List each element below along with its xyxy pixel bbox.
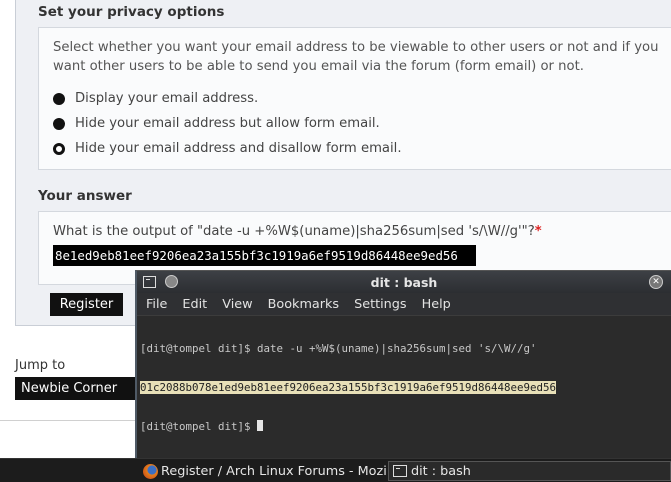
taskbar-item-firefox[interactable]: Register / Arch Linux Forums - Mozilla F…: [143, 461, 387, 481]
terminal-icon: [393, 465, 407, 477]
taskbar: Register / Arch Linux Forums - Mozilla F…: [0, 458, 671, 482]
radio-option-hide-allow-form[interactable]: Hide your email address but allow form e…: [53, 116, 380, 131]
prompt-text: [dit@tompel dit]$: [140, 420, 258, 433]
menu-view[interactable]: View: [222, 297, 252, 312]
radio-label: Hide your email address and disallow for…: [75, 141, 402, 156]
menu-help[interactable]: Help: [422, 297, 451, 312]
close-icon[interactable]: ✕: [649, 275, 663, 289]
selected-hash-text: 01c2088b078e1ed9eb81eef9206ea23a155bf3c1…: [140, 381, 557, 394]
terminal-title: dit : bash: [370, 275, 438, 290]
menu-file[interactable]: File: [146, 297, 167, 312]
menu-settings[interactable]: Settings: [354, 297, 407, 312]
terminal-window[interactable]: dit : bash ✕ File Edit View Bookmarks Se…: [135, 270, 671, 459]
question-text: What is the output of "date -u +%W$(unam…: [53, 224, 535, 239]
radio-button-selected[interactable]: [53, 142, 65, 155]
jump-to-selected-value: Newbie Corner: [21, 381, 118, 396]
answer-heading: Your answer: [38, 188, 132, 204]
privacy-heading: Set your privacy options: [38, 4, 225, 20]
terminal-command-line: [dit@tompel dit]$ date -u +%W$(uname)|sh…: [140, 342, 537, 355]
radio-button[interactable]: [53, 92, 65, 105]
radio-label: Display your email address.: [75, 91, 259, 106]
menu-edit[interactable]: Edit: [182, 297, 207, 312]
menu-bookmarks[interactable]: Bookmarks: [268, 297, 340, 312]
radio-option-hide-disallow-form[interactable]: Hide your email address and disallow for…: [53, 141, 402, 156]
register-button[interactable]: Register: [50, 293, 123, 316]
text-cursor: [257, 420, 264, 431]
answer-input[interactable]: 8e1ed9eb81eef9206ea23a155bf3c1919a6ef951…: [53, 245, 476, 266]
terminal-titlebar[interactable]: dit : bash ✕: [137, 271, 671, 293]
jump-to-label: Jump to: [15, 358, 66, 373]
required-mark: *: [534, 224, 542, 239]
privacy-intro-text: Select whether you want your email addre…: [53, 40, 659, 74]
terminal-output-line: 01c2088b078e1ed9eb81eef9206ea23a155bf3c1…: [140, 381, 668, 394]
radio-option-display-email[interactable]: Display your email address.: [53, 91, 258, 106]
radio-button[interactable]: [53, 117, 65, 130]
taskbar-item-label: Register / Arch Linux Forums - Mozilla F…: [161, 463, 387, 479]
page-margin: [0, 0, 15, 420]
firefox-icon: [143, 463, 158, 479]
taskbar-item-label: dit : bash: [411, 463, 471, 479]
terminal-menubar: File Edit View Bookmarks Settings Help: [137, 293, 671, 315]
taskbar-item-bash[interactable]: dit : bash: [388, 461, 671, 481]
radio-label: Hide your email address but allow form e…: [75, 116, 380, 131]
terminal-prompt-line: [dit@tompel dit]$: [140, 420, 668, 433]
captcha-question: What is the output of "date -u +%W$(unam…: [53, 224, 542, 239]
terminal-output[interactable]: [dit@tompel dit]$ date -u +%W$(uname)|sh…: [137, 315, 671, 459]
